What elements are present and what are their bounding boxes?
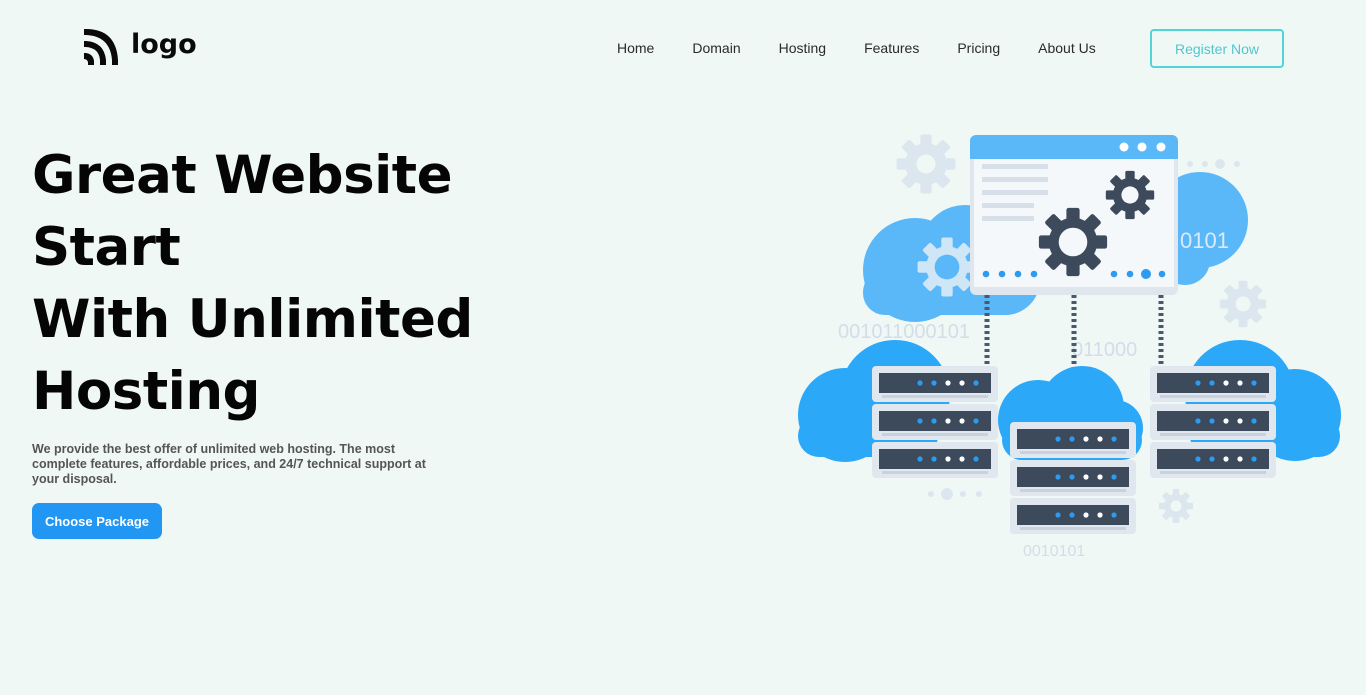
gear-icon — [1158, 488, 1194, 524]
binary-text: 0101 — [1180, 228, 1229, 253]
hero-description: We provide the best offer of unlimited w… — [32, 442, 426, 486]
gear-icon — [1219, 280, 1267, 328]
server-rack — [1010, 422, 1136, 534]
binary-text: 001011000101 — [838, 321, 970, 343]
logo-text: logo — [131, 28, 197, 60]
nav-domain[interactable]: Domain — [692, 39, 740, 57]
nav-pricing[interactable]: Pricing — [957, 39, 1000, 57]
signal-icon — [84, 29, 118, 65]
server-rack — [872, 366, 998, 478]
gear-icon — [896, 134, 956, 194]
hero-title-line: Start — [32, 217, 181, 278]
server-rack — [1150, 366, 1276, 478]
hosting-illustration: 0101 001011000101 011000 0010101 — [798, 134, 1341, 560]
gear-icon — [1038, 207, 1108, 277]
nav-home[interactable]: Home — [617, 39, 654, 57]
gear-icon — [1105, 170, 1155, 220]
nav-features[interactable]: Features — [864, 39, 919, 57]
main-nav: Home Domain Hosting Features Pricing Abo… — [617, 39, 1096, 57]
binary-text: 0010101 — [1023, 543, 1085, 560]
binary-text: 011000 — [1072, 339, 1137, 361]
register-now-button[interactable]: Register Now — [1150, 29, 1284, 68]
choose-package-button[interactable]: Choose Package — [32, 503, 162, 539]
hero-title-line: Hosting — [32, 361, 260, 422]
nav-hosting[interactable]: Hosting — [779, 39, 826, 57]
page: logo Home Domain Hosting Features Pricin… — [0, 0, 1366, 695]
hero-title-line: With Unlimited — [32, 289, 473, 350]
logo[interactable]: logo — [82, 26, 197, 66]
hero-title-line: Great Website — [32, 145, 453, 206]
gear-icon — [917, 237, 977, 297]
browser-window — [970, 135, 1178, 295]
hero-title: Great Website Start With Unlimited Hosti… — [32, 140, 473, 428]
nav-about-us[interactable]: About Us — [1038, 39, 1096, 57]
